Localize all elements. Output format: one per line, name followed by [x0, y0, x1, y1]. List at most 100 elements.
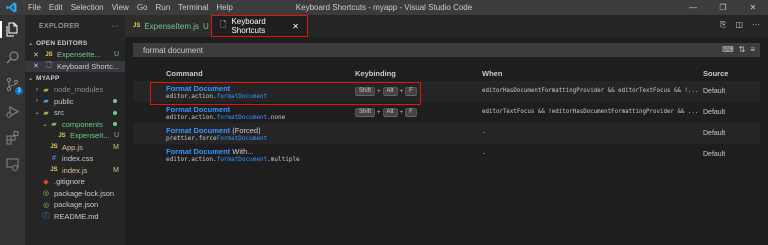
tab-expenseitem[interactable]: JS ExpenseItem.js U [125, 15, 211, 37]
menu-run[interactable]: Run [151, 0, 174, 15]
open-json-icon[interactable]: ⎘ [720, 20, 726, 30]
table-row[interactable]: Format Document editor.action.formatDocu… [133, 102, 760, 123]
git-status: U [113, 132, 119, 140]
column-command[interactable]: Command [166, 69, 203, 78]
command-id: editor.action.formatDocument [166, 93, 268, 100]
command-id: prettier.forceFormatDocument [166, 135, 268, 142]
minimize-button[interactable]: — [678, 0, 708, 15]
key-shift: Shift [355, 87, 376, 96]
tree-item-label: package-lock.json [54, 188, 115, 198]
explorer-sidebar: EXPLORER ··· ⌄ OPEN EDITORS ✕ JS Expense… [25, 15, 125, 245]
source-cell: Default [703, 109, 726, 116]
tree-item-label: ExpenseIt... [70, 131, 110, 141]
remote-explorer-icon[interactable] [4, 156, 21, 173]
more-actions-icon[interactable]: ··· [111, 23, 119, 30]
table-row[interactable]: Format Document (Forced) prettier.forceF… [133, 123, 760, 144]
tree-item-readme[interactable]: ⓘ README.md [25, 211, 125, 223]
column-keybinding[interactable]: Keybinding [355, 69, 396, 78]
tree-item-package-lock[interactable]: ◎ package-lock.json [25, 188, 125, 200]
files-icon[interactable] [0, 21, 21, 38]
run-debug-icon[interactable] [4, 103, 21, 120]
tree-item-expenseitem[interactable]: JS ExpenseIt... U [25, 130, 125, 142]
keybinding-search-input[interactable]: format document ⌨ ⇅ ≡ [133, 43, 760, 57]
project-header[interactable]: ⌄ MYAPP [25, 72, 125, 84]
open-editors-title: OPEN EDITORS [36, 39, 88, 47]
activity-bar: 3 [0, 15, 25, 245]
close-icon[interactable]: ✕ [31, 62, 41, 70]
folder-icon: ▰ [43, 98, 49, 106]
when-clause: editorHasDocumentFormattingProvider && e… [482, 88, 699, 94]
chevron-down-icon: ⌄ [42, 121, 48, 128]
column-source[interactable]: Source [703, 69, 728, 78]
close-tab-button[interactable]: ✕ [292, 22, 299, 31]
command-title: Format Document [166, 105, 231, 114]
menu-help[interactable]: Help [212, 0, 236, 15]
clear-filter-icon[interactable]: ≡ [750, 45, 755, 54]
tree-item-label: src [54, 108, 64, 118]
js-file-icon: JS [50, 167, 58, 174]
tree-item-label: package.json [54, 200, 99, 210]
js-file-icon: JS [133, 23, 141, 29]
open-editor-item[interactable]: ✕ 🗋 Keyboard Shortc... [25, 60, 125, 72]
tree-item-index-css[interactable]: # index.css [25, 153, 125, 165]
source-cell: Default [703, 130, 726, 137]
key-f: F [405, 108, 417, 117]
source-cell: Default [703, 88, 726, 95]
table-row[interactable]: Format Document editor.action.formatDocu… [133, 81, 760, 102]
when-clause: editorTextFocus && !editorHasDocumentFor… [482, 109, 699, 115]
git-status: M [113, 166, 119, 174]
info-file-icon: ⓘ [42, 213, 50, 221]
chevron-down-icon: ⌄ [28, 40, 34, 47]
source-control-icon[interactable]: 3 [4, 76, 23, 95]
close-icon[interactable]: ✕ [31, 51, 41, 59]
when-clause: - [482, 151, 486, 157]
menu-terminal[interactable]: Terminal [174, 0, 212, 15]
restore-button[interactable]: ❐ [708, 0, 738, 15]
git-status-dot [113, 99, 117, 104]
chevron-down-icon: ⌄ [34, 110, 40, 117]
key-alt: Alt [382, 87, 398, 96]
open-editors-header[interactable]: ⌄ OPEN EDITORS [25, 37, 125, 49]
menu-file[interactable]: File [24, 0, 45, 15]
tree-item-label: public [54, 96, 74, 106]
extensions-icon[interactable] [4, 129, 21, 146]
menu-view[interactable]: View [108, 0, 133, 15]
project-title: MYAPP [36, 74, 60, 82]
tree-item-public[interactable]: › ▰ public [25, 96, 125, 108]
search-icon[interactable] [4, 49, 21, 66]
menu-edit[interactable]: Edit [45, 0, 67, 15]
more-actions-icon[interactable]: ··· [752, 20, 760, 30]
tree-item-index-js[interactable]: JS index.js M [25, 165, 125, 177]
tab-keyboard-shortcuts[interactable]: 🗋 Keyboard Shortcuts ✕ [211, 15, 308, 37]
source-control-badge: 3 [15, 87, 23, 95]
open-editor-label: Keyboard Shortc... [57, 61, 120, 71]
keyboard-shortcuts-editor: format document ⌨ ⇅ ≡ Command Keybinding… [125, 37, 768, 245]
chevron-right-icon: › [36, 86, 38, 93]
command-title: Format Document With... [166, 147, 254, 156]
keybinding-cell[interactable]: Shift + Alt + F [355, 87, 417, 96]
menu-go[interactable]: Go [133, 0, 152, 15]
menu-selection[interactable]: Selection [67, 0, 108, 15]
record-keys-icon[interactable]: ⌨ [722, 45, 734, 54]
tree-item-src[interactable]: ⌄ ▰ src [25, 107, 125, 119]
column-when[interactable]: When [482, 69, 502, 78]
editor-tabs: JS ExpenseItem.js U 🗋 Keyboard Shortcuts… [125, 15, 768, 37]
js-file-icon: JS [58, 132, 66, 139]
explorer-title: EXPLORER [39, 22, 80, 30]
tree-item-package-json[interactable]: ◎ package.json [25, 199, 125, 211]
sort-by-precedence-icon[interactable]: ⇅ [739, 45, 746, 54]
key-shift: Shift [355, 108, 376, 117]
keybinding-cell[interactable]: Shift + Alt + F [355, 108, 417, 117]
split-editor-icon[interactable]: ◫ [735, 20, 743, 30]
folder-open-icon: ▰ [51, 121, 57, 129]
git-status: U [203, 21, 209, 31]
open-editor-item[interactable]: ✕ JS ExpenseIte... U [25, 49, 125, 61]
close-window-button[interactable]: ✕ [738, 0, 768, 15]
tree-item-components[interactable]: ⌄ ▰ components [25, 119, 125, 131]
tree-item-gitignore[interactable]: ◆ .gitignore [25, 176, 125, 188]
table-row[interactable]: Format Document With... editor.action.fo… [133, 144, 760, 165]
tree-item-app-js[interactable]: JS App.js M [25, 142, 125, 154]
command-id: editor.action.formatDocument.multiple [166, 156, 300, 163]
git-status-dot [113, 110, 117, 115]
tree-item-node-modules[interactable]: › ▰ node_modules [25, 84, 125, 96]
